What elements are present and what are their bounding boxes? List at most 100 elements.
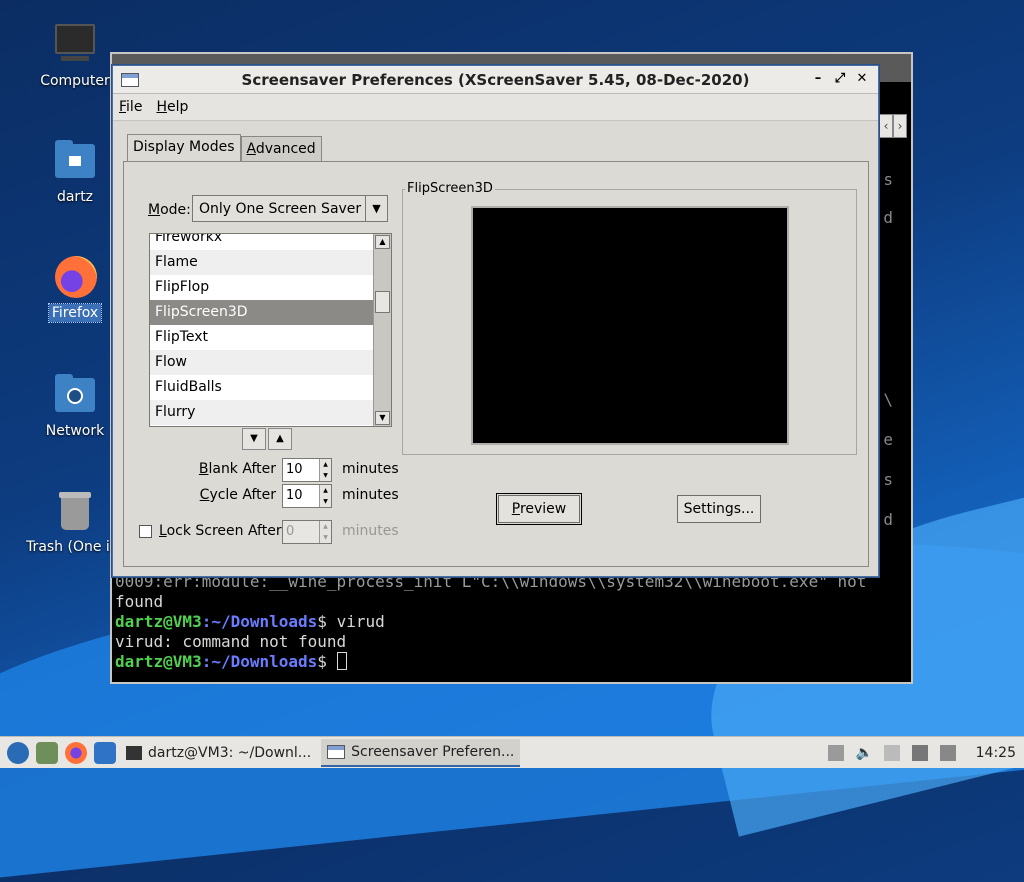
screensaver-list[interactable]: Fireworkx Flame FlipFlop FlipScreen3D FlipTe… bbox=[149, 233, 392, 427]
spin-arrows-icon: ▲ ▼ bbox=[319, 521, 331, 543]
list-item[interactable]: Fireworkx bbox=[150, 234, 373, 250]
task-label: dartz@VM3: ~/Downl... bbox=[148, 744, 312, 761]
task-screensaver[interactable]: Screensaver Preferen... bbox=[321, 738, 521, 767]
list-item[interactable]: Flow bbox=[150, 350, 373, 375]
terminal-text-fragment: e bbox=[883, 430, 893, 449]
tab-strip: Display Modes Advanced bbox=[127, 134, 322, 162]
menu-file[interactable]: File bbox=[119, 99, 142, 115]
desktop-icon-label: dartz bbox=[56, 189, 94, 205]
menu-help[interactable]: Help bbox=[156, 99, 188, 115]
cycle-after-row: Cycle After 10 ▲ ▼ minutes bbox=[124, 484, 424, 508]
blank-after-row: Blank After 10 ▲ ▼ minutes bbox=[124, 458, 424, 482]
computer-icon bbox=[53, 22, 97, 66]
close-icon[interactable]: ✕ bbox=[854, 70, 870, 88]
prompt-path: :~/Downloads bbox=[201, 652, 318, 671]
spin-arrows-icon[interactable]: ▲ ▼ bbox=[319, 485, 331, 507]
clock[interactable]: 14:25 bbox=[976, 745, 1016, 761]
prompt-path: :~/Downloads bbox=[201, 612, 318, 631]
tab-scroll-right-icon[interactable]: › bbox=[893, 114, 907, 138]
terminal-cursor bbox=[336, 652, 347, 670]
dialog-title: Screensaver Preferences (XScreenSaver 5.… bbox=[241, 70, 750, 89]
terminal-command: virud bbox=[326, 612, 385, 631]
lock-after-spinbox: 0 ▲ ▼ bbox=[282, 520, 332, 544]
network-icon[interactable] bbox=[911, 745, 928, 761]
lock-after-unit: minutes bbox=[342, 523, 399, 539]
file-manager-icon[interactable] bbox=[36, 741, 58, 764]
menubar: File Help bbox=[113, 94, 878, 121]
terminal-line: found bbox=[115, 592, 164, 611]
notification-icon[interactable] bbox=[939, 745, 956, 761]
prompt-user: dartz@VM3 bbox=[115, 652, 202, 671]
home-folder-icon bbox=[53, 138, 97, 182]
preview-frame-label: FlipScreen3D bbox=[405, 181, 495, 196]
screensaver-preferences-window[interactable]: Screensaver Preferences (XScreenSaver 5.… bbox=[112, 65, 879, 577]
lock-screen-checkbox[interactable] bbox=[139, 525, 152, 538]
taskbar: dartz@VM3: ~/Downl... Screensaver Prefer… bbox=[0, 736, 1024, 768]
list-item[interactable]: FluidBalls bbox=[150, 375, 373, 400]
dialog-titlebar[interactable]: Screensaver Preferences (XScreenSaver 5.… bbox=[113, 66, 878, 94]
terminal-text-fragment: s bbox=[883, 170, 893, 189]
mode-select-value: Only One Screen Saver bbox=[199, 200, 362, 217]
tab-display-modes[interactable]: Display Modes bbox=[127, 134, 241, 162]
blank-after-label: Blank After bbox=[198, 461, 276, 477]
screensaver-app-icon bbox=[327, 744, 346, 759]
list-item[interactable]: Flame bbox=[150, 250, 373, 275]
chevron-down-icon[interactable]: ▼ bbox=[365, 196, 387, 221]
list-item[interactable]: FlipFlop bbox=[150, 275, 373, 300]
scroll-up-icon[interactable]: ▲ bbox=[375, 235, 390, 249]
screensaver-preview-area bbox=[471, 206, 789, 445]
spin-arrows-icon[interactable]: ▲ ▼ bbox=[319, 459, 331, 481]
minimize-icon[interactable]: – bbox=[810, 70, 826, 88]
terminal-text-fragment: d bbox=[883, 208, 893, 227]
show-desktop-icon[interactable] bbox=[94, 741, 116, 764]
terminal-line: dartz@VM3:~/Downloads$ virud bbox=[115, 612, 866, 632]
mode-label: Mode: bbox=[148, 202, 191, 218]
task-label: Screensaver Preferen... bbox=[351, 743, 515, 760]
terminal-text-fragment: s bbox=[883, 470, 893, 489]
display-modes-panel: Mode: Only One Screen Saver ▼ Fireworkx F… bbox=[123, 161, 869, 567]
terminal-text-fragment: \ bbox=[883, 390, 893, 409]
tab-scroll-left-icon[interactable]: ‹ bbox=[879, 114, 893, 138]
network-folder-icon bbox=[53, 372, 97, 416]
list-scrollbar[interactable]: ▲ ▼ bbox=[373, 234, 391, 426]
trash-icon bbox=[53, 488, 97, 532]
desktop-icon-label: Network bbox=[45, 423, 105, 439]
preview-button[interactable]: Preview bbox=[496, 493, 582, 525]
cycle-after-unit: minutes bbox=[342, 487, 399, 503]
terminal-output[interactable]: 0009:err:module:__wine_process_init L"C:… bbox=[115, 572, 866, 672]
maximize-icon[interactable]: ⤢ bbox=[832, 70, 848, 88]
blank-after-unit: minutes bbox=[342, 461, 399, 477]
terminal-text-fragment: d bbox=[883, 510, 893, 529]
firefox-icon bbox=[53, 254, 97, 298]
terminal-line: virud: command not found bbox=[115, 632, 347, 651]
previous-item-button[interactable]: ▲ bbox=[268, 428, 292, 450]
scrollbar-thumb[interactable] bbox=[375, 291, 390, 313]
update-icon[interactable] bbox=[827, 745, 844, 761]
system-tray: 🔈 14:25 bbox=[827, 737, 1024, 769]
scroll-down-icon[interactable]: ▼ bbox=[375, 411, 390, 425]
list-item[interactable]: FlipScreen3D bbox=[150, 300, 373, 325]
blank-after-spinbox[interactable]: 10 ▲ ▼ bbox=[282, 458, 332, 482]
clipboard-icon[interactable] bbox=[883, 745, 900, 761]
cycle-after-spinbox[interactable]: 10 ▲ ▼ bbox=[282, 484, 332, 508]
mode-select[interactable]: Only One Screen Saver ▼ bbox=[192, 195, 388, 222]
next-item-button[interactable]: ▼ bbox=[242, 428, 266, 450]
lock-screen-row: Lock Screen After 0 ▲ ▼ minutes bbox=[124, 520, 424, 544]
terminal-icon bbox=[126, 745, 142, 760]
list-item[interactable]: Flurry bbox=[150, 400, 373, 425]
desktop-icon-label: Firefox bbox=[47, 303, 103, 323]
list-item[interactable]: FlipText bbox=[150, 325, 373, 350]
task-terminal[interactable]: dartz@VM3: ~/Downl... bbox=[120, 739, 317, 767]
desktop-icon-label: Computer bbox=[40, 73, 110, 89]
settings-button[interactable]: Settings... bbox=[677, 495, 761, 523]
lock-screen-label: Lock Screen After bbox=[159, 523, 282, 539]
tab-advanced[interactable]: Advanced bbox=[240, 136, 322, 162]
firefox-icon[interactable] bbox=[65, 741, 87, 764]
terminal-tab-scroll[interactable]: ‹ › bbox=[879, 114, 907, 138]
prompt-symbol: $ bbox=[317, 612, 327, 631]
list-navigation: ▼ ▲ bbox=[242, 428, 292, 450]
volume-icon[interactable]: 🔈 bbox=[856, 745, 873, 761]
prompt-user: dartz@VM3 bbox=[115, 612, 202, 631]
start-menu-icon[interactable] bbox=[7, 741, 29, 764]
terminal-line: dartz@VM3:~/Downloads$ bbox=[115, 652, 866, 672]
